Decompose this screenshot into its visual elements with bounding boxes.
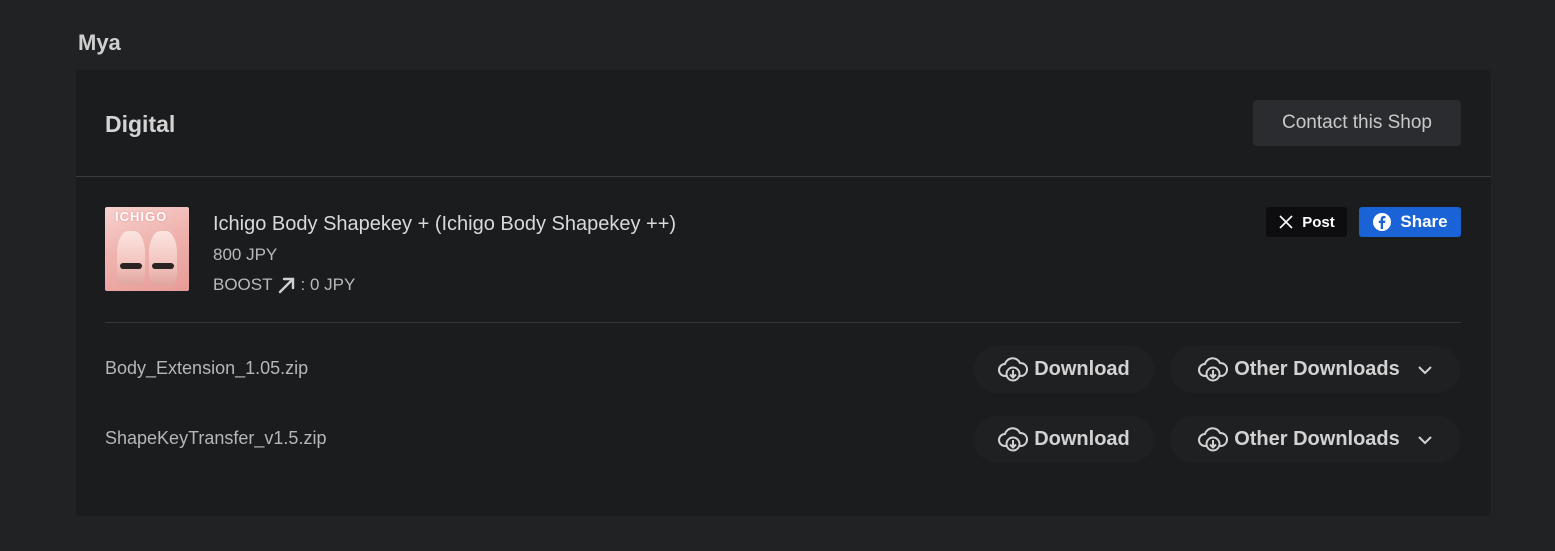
other-downloads-button[interactable]: Other Downloads (1170, 416, 1460, 463)
other-downloads-button[interactable]: Other Downloads (1170, 346, 1460, 393)
product-title[interactable]: Ichigo Body Shapekey + (Ichigo Body Shap… (213, 213, 676, 236)
card-title: Digital (105, 111, 176, 137)
file-name: ShapeKeyTransfer_v1.5.zip (105, 428, 327, 448)
other-downloads-label: Other Downloads (1234, 428, 1400, 450)
file-row: ShapeKeyTransfer_v1.5.zip Download Other… (76, 416, 1491, 464)
cloud-download-icon (1198, 356, 1229, 383)
other-downloads-label: Other Downloads (1234, 358, 1400, 380)
contact-shop-button[interactable]: Contact this Shop (1253, 100, 1461, 146)
download-button[interactable]: Download (974, 346, 1154, 393)
boost-label: BOOST (213, 275, 273, 294)
download-label: Download (1034, 358, 1130, 380)
x-post-label: Post (1302, 213, 1335, 231)
thumbnail-detail (120, 263, 142, 269)
download-label: Download (1034, 428, 1130, 450)
chevron-down-icon (1418, 365, 1432, 375)
arrow-up-right-icon (277, 275, 297, 295)
shop-name: Mya (78, 30, 121, 55)
product-price: 800 JPY (213, 245, 278, 264)
thumbnail-figure (117, 231, 145, 285)
product-card: Digital Contact this Shop ICHIGO Ichigo … (76, 70, 1491, 516)
divider (105, 322, 1461, 323)
thumbnail-figure (149, 231, 177, 285)
facebook-icon (1372, 212, 1392, 232)
file-name: Body_Extension_1.05.zip (105, 358, 309, 378)
facebook-share-label: Share (1400, 212, 1448, 231)
post-to-x-button[interactable]: Post (1266, 207, 1347, 237)
product-boost: BOOST : 0 JPY (213, 275, 355, 295)
chevron-down-icon (1418, 435, 1432, 445)
file-row: Body_Extension_1.05.zip Download Other D… (76, 346, 1491, 394)
share-facebook-button[interactable]: Share (1359, 207, 1461, 237)
cloud-download-icon (998, 426, 1029, 453)
download-button[interactable]: Download (974, 416, 1154, 463)
thumbnail-logo-text: ICHIGO (115, 209, 168, 224)
cloud-download-icon (1198, 426, 1229, 453)
product-thumbnail[interactable]: ICHIGO (105, 207, 189, 291)
x-logo-icon (1278, 214, 1294, 230)
cloud-download-icon (998, 356, 1029, 383)
card-header: Digital Contact this Shop (76, 70, 1491, 177)
thumbnail-detail (152, 263, 174, 269)
boost-value: : 0 JPY (300, 275, 356, 294)
